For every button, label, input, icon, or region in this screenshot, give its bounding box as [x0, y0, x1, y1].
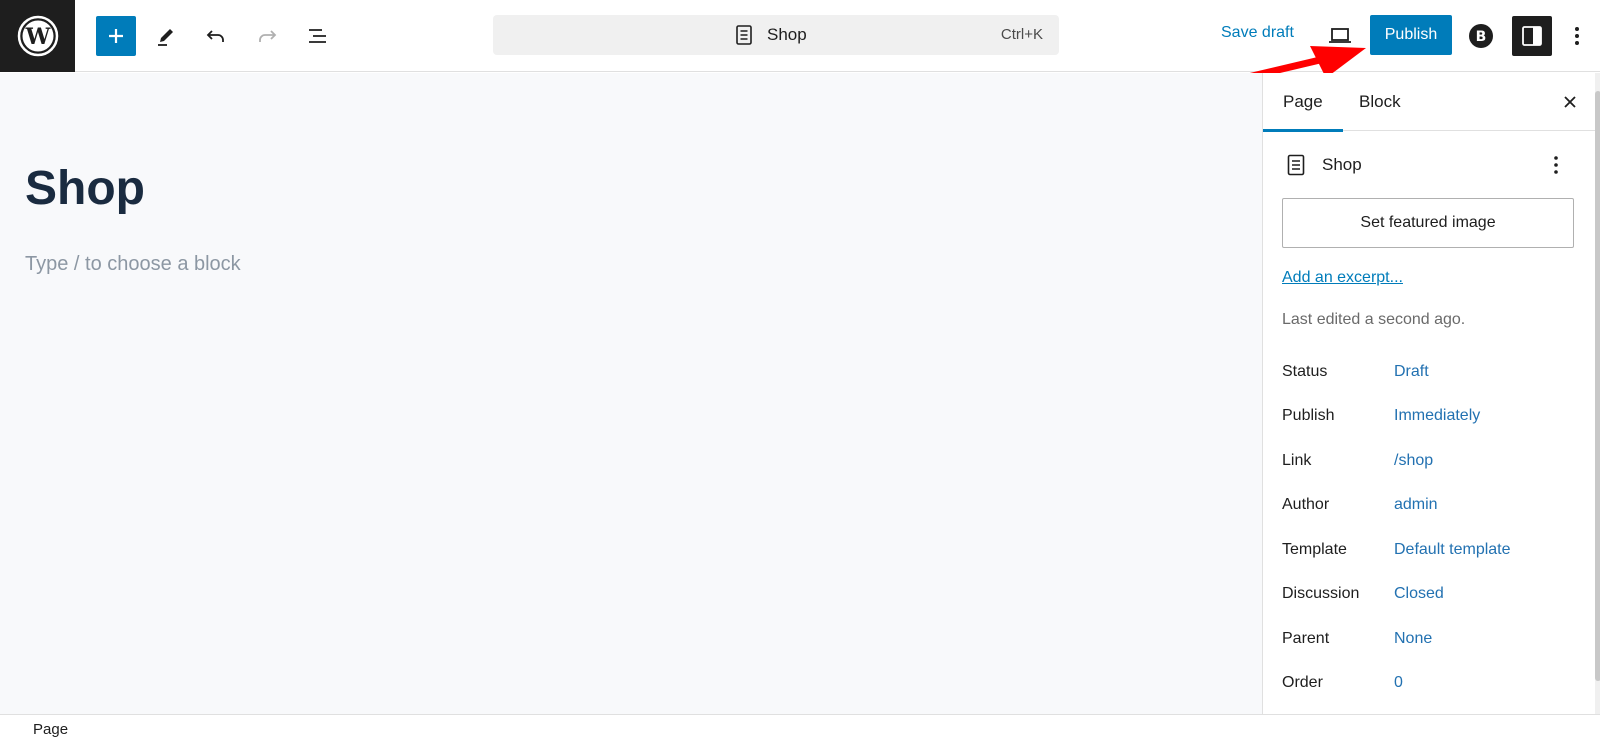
order-button[interactable]: 0	[1394, 674, 1403, 692]
settings-toggle-button[interactable]	[1512, 16, 1552, 56]
property-row-publish: Publish Immediately	[1282, 407, 1582, 431]
page-actions-button[interactable]	[1546, 153, 1566, 177]
block-placeholder[interactable]: Type / to choose a block	[25, 253, 241, 276]
document-title: Shop	[767, 25, 807, 44]
document-overview-button[interactable]	[298, 16, 338, 56]
block-breadcrumb-bar: Page	[0, 714, 1600, 743]
breadcrumb-item-page[interactable]: Page	[33, 721, 68, 738]
property-label: Parent	[1282, 630, 1330, 647]
permalink-button[interactable]: /shop	[1394, 452, 1433, 470]
last-edited-text: Last edited a second ago.	[1282, 311, 1466, 328]
tools-button[interactable]	[146, 16, 186, 56]
options-button[interactable]	[1562, 16, 1592, 56]
property-label: Discussion	[1282, 585, 1360, 602]
property-label: Author	[1282, 496, 1330, 513]
svg-text:B: B	[1476, 29, 1487, 45]
document-icon	[736, 25, 752, 45]
close-sidebar-button[interactable]	[1559, 91, 1581, 113]
page-document-icon	[1287, 154, 1305, 176]
page-title[interactable]: Shop	[25, 161, 145, 216]
settings-sidebar: Page Block Shop Set featured image Add a…	[1262, 73, 1600, 714]
property-row-parent: Parent None	[1282, 630, 1582, 654]
sidebar-icon	[1522, 26, 1542, 46]
parent-button[interactable]: None	[1394, 630, 1432, 648]
property-row-author: Author admin	[1282, 496, 1582, 520]
publish-date-button[interactable]: Immediately	[1394, 407, 1480, 425]
property-row-template: Template Default template	[1282, 541, 1582, 565]
template-button[interactable]: Default template	[1394, 541, 1511, 559]
plugin-button[interactable]: B	[1461, 16, 1501, 56]
sidebar-document-title: Shop	[1322, 155, 1362, 174]
property-label: Status	[1282, 363, 1328, 380]
undo-icon	[206, 30, 224, 42]
publish-button[interactable]: Publish	[1370, 15, 1452, 55]
property-label: Link	[1282, 452, 1312, 469]
sidebar-scrollbar[interactable]	[1595, 73, 1600, 714]
wordpress-logo-button[interactable]: W	[0, 0, 75, 72]
sidebar-tabs: Page Block	[1263, 73, 1600, 132]
redo-icon	[259, 30, 277, 42]
tab-block[interactable]: Block	[1359, 73, 1401, 131]
author-button[interactable]: admin	[1394, 496, 1438, 514]
status-value-button[interactable]: Draft	[1394, 363, 1429, 381]
discussion-button[interactable]: Closed	[1394, 585, 1444, 603]
property-label: Publish	[1282, 407, 1335, 424]
plugin-b-icon: B	[1469, 24, 1493, 48]
add-block-button[interactable]	[96, 16, 136, 56]
wordpress-icon: W	[17, 15, 58, 57]
scrollbar-thumb[interactable]	[1595, 91, 1600, 681]
redo-button[interactable]	[247, 16, 287, 56]
property-row-status: Status Draft	[1282, 363, 1582, 387]
property-row-order: Order 0	[1282, 674, 1582, 698]
pencil-icon	[158, 29, 173, 46]
undo-button[interactable]	[196, 16, 236, 56]
keyboard-shortcut: Ctrl+K	[1000, 26, 1043, 43]
property-label: Order	[1282, 674, 1323, 691]
property-label: Template	[1282, 541, 1347, 558]
plus-icon	[109, 29, 123, 43]
more-vertical-icon	[1554, 156, 1558, 174]
tab-page[interactable]: Page	[1263, 73, 1343, 132]
close-icon	[1564, 96, 1576, 108]
set-featured-image-button[interactable]: Set featured image	[1282, 198, 1574, 248]
command-palette-bar[interactable]: Shop Ctrl+K	[493, 15, 1059, 55]
property-row-link: Link /shop	[1282, 452, 1582, 476]
list-view-icon	[309, 29, 326, 43]
property-row-discussion: Discussion Closed	[1282, 585, 1582, 609]
svg-text:W: W	[24, 24, 50, 50]
more-vertical-icon	[1575, 27, 1579, 45]
editor-canvas[interactable]: Shop Type / to choose a block	[0, 73, 1262, 714]
add-excerpt-link[interactable]: Add an excerpt...	[1282, 269, 1403, 287]
